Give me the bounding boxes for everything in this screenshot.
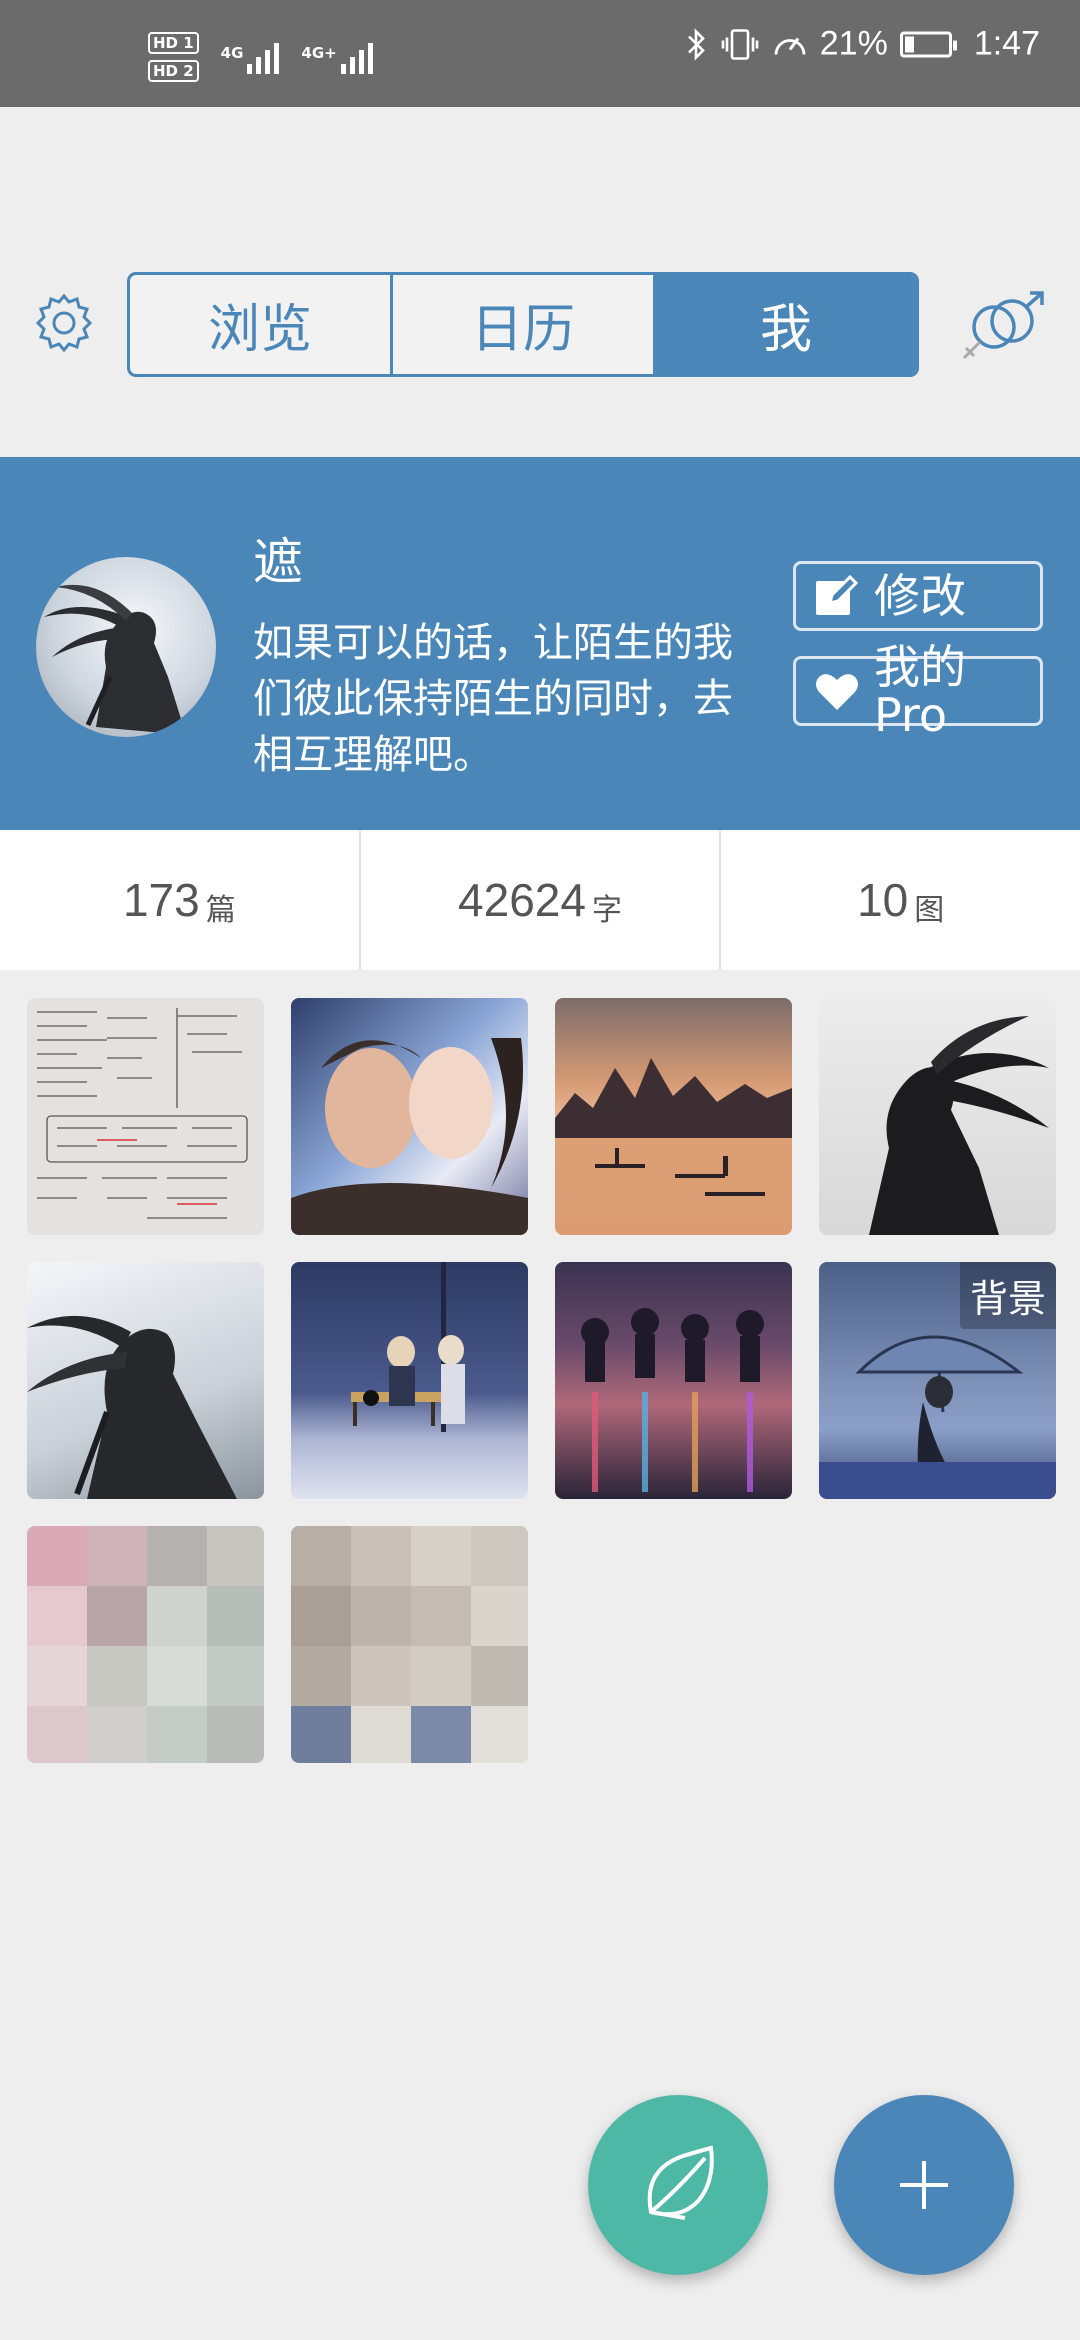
edit-icon [816, 574, 859, 615]
gallery-photo[interactable] [555, 1262, 792, 1499]
network-indicators: HD 1 HD 2 4G 4G+ [148, 32, 373, 82]
profile-card: 遮 如果可以的话，让陌生的我们彼此保持陌生的同时，去相互理解吧。 修改 我的 P… [0, 457, 1080, 830]
stat-entries[interactable]: 173 篇 [0, 830, 361, 970]
tab-calendar[interactable]: 日历 [393, 275, 656, 374]
edit-profile-button[interactable]: 修改 [793, 561, 1043, 631]
stat-images-value: 10 [857, 874, 909, 926]
profile-bio: 如果可以的话，让陌生的我们彼此保持陌生的同时，去相互理解吧。 [253, 620, 733, 778]
signal-sim1: 4G [221, 40, 280, 74]
background-tag: 背景 [959, 1262, 1056, 1329]
gallery-photo[interactable] [291, 1262, 528, 1499]
photo-neon-street [581, 1308, 764, 1492]
leaf-button[interactable] [588, 2095, 768, 2275]
stats-bar: 173 篇 42624 字 10 图 [0, 830, 1080, 970]
hd-badges: HD 1 HD 2 [148, 32, 199, 82]
gallery-photo[interactable] [291, 1526, 528, 1763]
photo-rainy-bench [351, 1262, 465, 1432]
tab-me[interactable]: 我 [656, 275, 916, 374]
photo-pixelated [27, 1526, 264, 1763]
system-indicators: 21% 1:47 [686, 25, 1040, 64]
status-bar: HD 1 HD 2 4G 4G+ 21% 1:47 [0, 0, 1080, 107]
network-type-2: 4G+ [301, 44, 337, 62]
avatar[interactable] [36, 557, 216, 737]
profile-name: 遮 [253, 533, 303, 591]
hd2-badge: HD 2 [148, 60, 199, 82]
photo-gallery: 背景 [27, 998, 1057, 1763]
hd1-badge: HD 1 [148, 32, 199, 54]
main-tab-bar: 浏览 日历 我 [127, 272, 919, 377]
battery-icon [899, 31, 957, 57]
gallery-photo[interactable] [555, 998, 792, 1235]
speed-gauge-icon [774, 37, 806, 55]
gallery-photo[interactable] [27, 998, 264, 1235]
stat-words-unit: 字 [591, 893, 622, 928]
photo-swordsman [27, 1315, 237, 1499]
gallery-photo[interactable] [291, 998, 528, 1235]
my-pro-button[interactable]: 我的 Pro [793, 643, 1043, 739]
photo-notes [37, 1008, 248, 1219]
leaf-icon [647, 2145, 714, 2220]
stat-entries-unit: 篇 [205, 893, 236, 928]
signal-bars-icon [247, 40, 280, 74]
gallery-photo[interactable] [819, 998, 1056, 1235]
signal-bars-icon [340, 40, 373, 74]
add-button[interactable] [834, 2095, 1014, 2275]
heart-icon [816, 674, 858, 710]
stat-images-unit: 图 [914, 893, 945, 928]
stat-words-value: 42624 [458, 874, 586, 926]
stat-words[interactable]: 42624 字 [361, 830, 722, 970]
gear-icon[interactable] [33, 292, 95, 354]
tab-browse[interactable]: 浏览 [130, 275, 393, 374]
stat-entries-value: 173 [122, 874, 200, 926]
my-pro-label: 我的 Pro [874, 640, 966, 742]
avatar-image [44, 584, 186, 735]
vibrate-icon [721, 28, 759, 60]
signal-sim2: 4G+ [301, 40, 373, 74]
network-type-1: 4G [220, 44, 244, 62]
gender-icon[interactable] [950, 287, 1050, 367]
top-navigation: 浏览 日历 我 [0, 107, 1080, 457]
stat-images[interactable]: 10 图 [721, 830, 1080, 970]
photo-couple [291, 1038, 528, 1235]
gallery-photo-background[interactable]: 背景 [819, 1262, 1056, 1499]
photo-river-landscape [555, 1058, 792, 1235]
edit-label: 修改 [874, 569, 966, 623]
gallery-photo[interactable] [27, 1526, 264, 1763]
photo-pixelated [291, 1526, 528, 1763]
clock: 1:47 [973, 24, 1040, 63]
bluetooth-icon [687, 27, 705, 61]
plus-icon [900, 2161, 948, 2209]
photo-ink-figure [869, 1016, 1049, 1235]
gallery-photo[interactable] [27, 1262, 264, 1499]
battery-percent: 21% [819, 24, 888, 63]
